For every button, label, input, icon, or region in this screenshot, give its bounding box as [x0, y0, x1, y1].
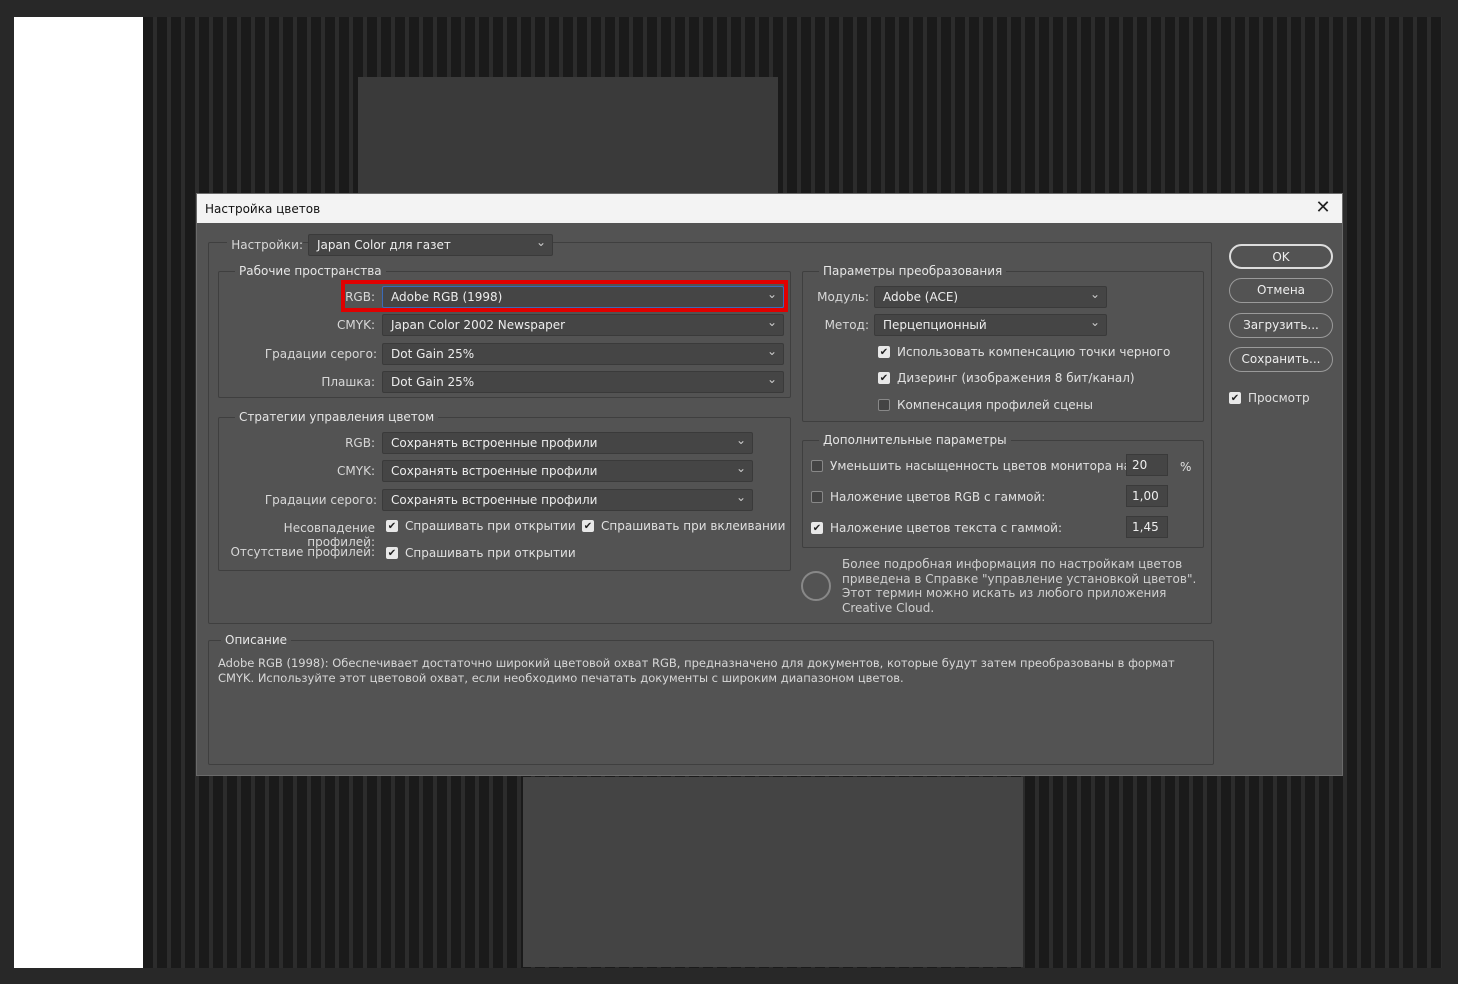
- engine-label: Модуль:: [817, 290, 869, 304]
- blend-text-input[interactable]: 1,45: [1126, 516, 1168, 538]
- check-icon: ✔: [878, 372, 890, 384]
- mismatch-open-label: Спрашивать при открытии: [405, 519, 576, 533]
- bpc-label: Использовать компенсацию точки черного: [897, 345, 1171, 359]
- ws-gray-dropdown[interactable]: Dot Gain 25%: [382, 343, 784, 365]
- pol-rgb-dropdown[interactable]: Сохранять встроенные профили: [382, 432, 753, 454]
- dialog-titlebar: Настройка цветов: [197, 194, 1342, 223]
- load-button[interactable]: Загрузить...: [1229, 313, 1333, 338]
- missing-open-checkbox[interactable]: ✔ Спрашивать при открытии: [386, 546, 576, 560]
- ws-rgb-dropdown[interactable]: Adobe RGB (1998): [382, 286, 784, 308]
- percent-label: %: [1180, 460, 1192, 474]
- pol-gray-dropdown[interactable]: Сохранять встроенные профили: [382, 489, 753, 511]
- preview-checkbox[interactable]: ✔ Просмотр: [1229, 391, 1310, 405]
- preview-label: Просмотр: [1248, 391, 1310, 405]
- color-settings-dialog: Настройка цветов ✕ Настройки: Japan Colo…: [196, 193, 1343, 776]
- missing-label: Отсутствие профилей:: [230, 545, 375, 559]
- cancel-button[interactable]: Отмена: [1229, 278, 1333, 303]
- save-button[interactable]: Сохранить...: [1229, 347, 1333, 372]
- blank-canvas-area: [14, 17, 143, 968]
- ok-button[interactable]: OK: [1229, 244, 1333, 269]
- pol-gray-label: Градации серого:: [264, 493, 377, 507]
- checkbox-empty: [878, 399, 890, 411]
- close-icon[interactable]: ✕: [1312, 197, 1334, 219]
- ws-spot-dropdown[interactable]: Dot Gain 25%: [382, 371, 784, 393]
- description-title: Описание: [221, 633, 292, 647]
- blend-rgb-input[interactable]: 1,00: [1126, 485, 1168, 507]
- bpc-checkbox[interactable]: ✔ Использовать компенсацию точки черного: [878, 345, 1170, 359]
- check-icon: ✔: [582, 520, 594, 532]
- dither-checkbox[interactable]: ✔ Дизеринг (изображения 8 бит/канал): [878, 371, 1135, 385]
- checkbox-empty: [811, 460, 823, 472]
- pol-rgb-label: RGB:: [345, 436, 375, 450]
- mismatch-open-checkbox[interactable]: ✔ Спрашивать при открытии: [386, 519, 576, 533]
- intent-dropdown[interactable]: Перцепционный: [874, 314, 1107, 336]
- dither-label: Дизеринг (изображения 8 бит/канал): [897, 371, 1135, 385]
- ws-cmyk-dropdown[interactable]: Japan Color 2002 Newspaper: [382, 314, 784, 336]
- blend-rgb-label: Наложение цветов RGB с гаммой:: [830, 490, 1046, 504]
- check-icon: ✔: [878, 346, 890, 358]
- dialog-title: Настройка цветов: [205, 202, 321, 216]
- desat-checkbox[interactable]: Уменьшить насыщенность цветов монитора н…: [811, 459, 1135, 473]
- scene-checkbox[interactable]: Компенсация профилей сцены: [878, 398, 1093, 412]
- check-icon: ✔: [1229, 392, 1241, 404]
- blend-text-label: Наложение цветов текста с гаммой:: [830, 521, 1063, 535]
- ws-spot-label: Плашка:: [321, 375, 375, 389]
- settings-label: Настройки:: [227, 238, 303, 252]
- mismatch-paste-checkbox[interactable]: ✔ Спрашивать при вклеивании: [582, 519, 785, 533]
- advanced-title: Дополнительные параметры: [819, 433, 1011, 447]
- ws-rgb-label: RGB:: [345, 290, 375, 304]
- scene-label: Компенсация профилей сцены: [897, 398, 1093, 412]
- engine-dropdown[interactable]: Adobe (ACE): [874, 286, 1107, 308]
- settings-dropdown[interactable]: Japan Color для газет: [308, 234, 553, 256]
- working-spaces-title: Рабочие пространства: [235, 264, 386, 278]
- blend-text-checkbox[interactable]: ✔ Наложение цветов текста с гаммой:: [811, 521, 1062, 535]
- check-icon: ✔: [811, 522, 823, 534]
- checkbox-empty: [811, 491, 823, 503]
- conversion-title: Параметры преобразования: [819, 264, 1007, 278]
- policies-title: Стратегии управления цветом: [235, 410, 439, 424]
- pol-cmyk-dropdown[interactable]: Сохранять встроенные профили: [382, 460, 753, 482]
- ws-cmyk-label: CMYK:: [337, 318, 375, 332]
- desat-label: Уменьшить насыщенность цветов монитора н…: [830, 459, 1136, 473]
- blend-rgb-checkbox[interactable]: Наложение цветов RGB с гаммой:: [811, 490, 1045, 504]
- check-icon: ✔: [386, 547, 398, 559]
- ws-gray-label: Градации серого:: [264, 347, 377, 361]
- missing-open-label: Спрашивать при открытии: [405, 546, 576, 560]
- pol-cmyk-label: CMYK:: [337, 464, 375, 478]
- info-text: Более подробная информация по настройкам…: [842, 557, 1197, 615]
- mismatch-paste-label: Спрашивать при вклеивании: [601, 519, 786, 533]
- desat-input[interactable]: 20: [1126, 454, 1168, 476]
- intent-label: Метод:: [824, 318, 869, 332]
- check-icon: ✔: [386, 520, 398, 532]
- color-wheel-info-icon: [801, 571, 831, 601]
- description-text: Adobe RGB (1998): Обеспечивает достаточн…: [218, 656, 1175, 685]
